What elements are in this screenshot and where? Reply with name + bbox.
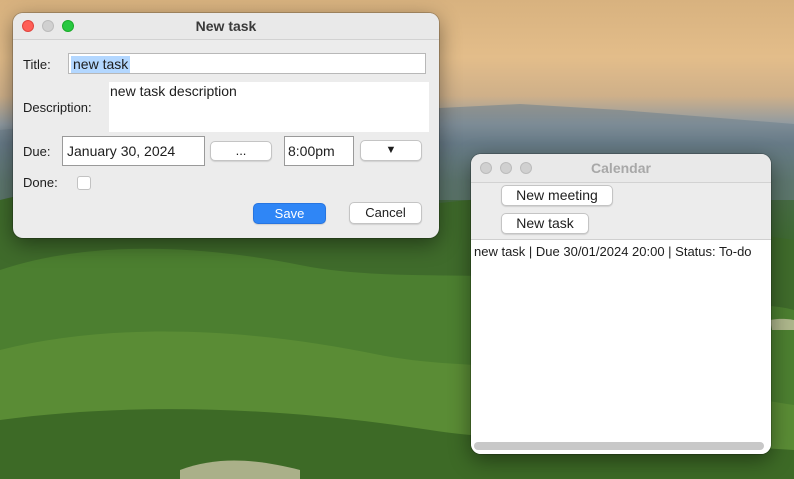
due-label: Due:: [23, 144, 51, 159]
new-task-button[interactable]: New task: [501, 213, 589, 234]
description-textarea[interactable]: new task description: [109, 82, 429, 132]
save-button[interactable]: Save: [253, 203, 326, 224]
calendar-titlebar[interactable]: Calendar: [471, 154, 771, 183]
list-item[interactable]: new task | Due 30/01/2024 20:00 | Status…: [474, 244, 768, 259]
due-time-input[interactable]: 8:00pm: [284, 136, 354, 166]
description-label: Description:: [23, 100, 92, 115]
cancel-button[interactable]: Cancel: [349, 202, 422, 224]
title-input-value: new task: [71, 56, 131, 73]
done-checkbox[interactable]: [77, 176, 91, 190]
date-picker-button[interactable]: ...: [210, 141, 272, 161]
window-title: Calendar: [591, 160, 651, 176]
new-task-window: New task Title: new task Description: ne…: [13, 13, 439, 238]
calendar-item-list[interactable]: new task | Due 30/01/2024 20:00 | Status…: [471, 239, 771, 454]
time-dropdown-button[interactable]: ▼: [360, 140, 422, 161]
due-date-input[interactable]: January 30, 2024: [62, 136, 205, 166]
title-input[interactable]: new task: [68, 53, 426, 74]
done-label: Done:: [23, 175, 58, 190]
new-task-titlebar[interactable]: New task: [13, 13, 439, 40]
horizontal-scrollbar[interactable]: [474, 442, 764, 450]
window-title: New task: [195, 18, 257, 34]
new-meeting-button[interactable]: New meeting: [501, 185, 613, 206]
description-value: new task description: [110, 83, 237, 99]
calendar-window: Calendar New meeting New task new task |…: [471, 154, 771, 454]
title-label: Title:: [23, 57, 51, 72]
